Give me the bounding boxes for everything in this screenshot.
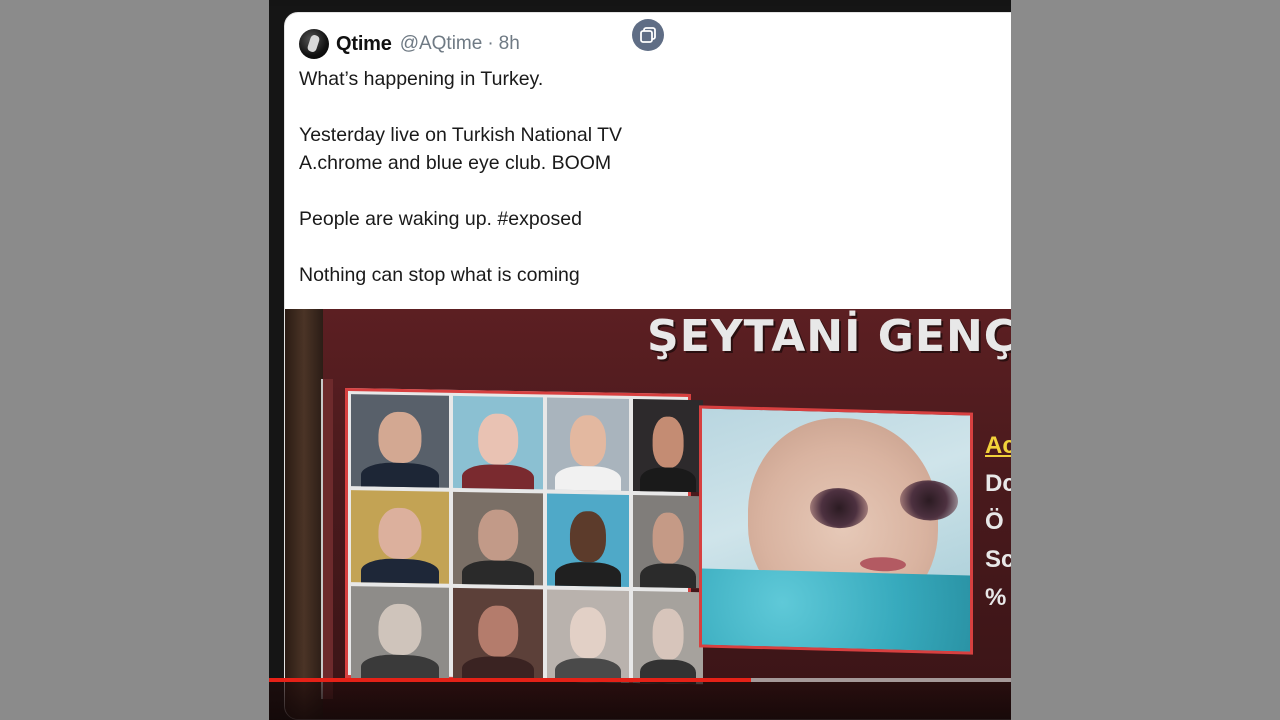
photo-collage — [345, 387, 703, 685]
featured-face-mark — [900, 479, 958, 522]
side-text-line: Dc — [985, 470, 1011, 497]
collage-photo — [633, 399, 703, 493]
collage-photo — [351, 586, 449, 680]
display-name[interactable]: Qtime — [336, 33, 392, 56]
collage-photo — [633, 495, 703, 589]
side-text-line: % — [985, 584, 1007, 611]
tweet-line: Nothing can stop what is coming — [299, 264, 580, 286]
media-gallery-glyph — [640, 27, 656, 43]
video-top-strip — [269, 0, 1011, 6]
featured-blanket — [702, 568, 970, 655]
tweet-line-gap — [299, 93, 999, 121]
collage-photo — [351, 394, 449, 488]
player-controls-shade — [269, 682, 1011, 720]
collage-photo — [547, 397, 629, 491]
collage-photo — [633, 591, 703, 685]
tweet-line: Yesterday live on Turkish National TV — [299, 124, 623, 146]
video-player[interactable]: Qtime @AQtime · 8h What’s happening in T… — [269, 0, 1011, 720]
media-gallery-icon[interactable] — [632, 19, 664, 51]
tweet-line: A.chrome and blue eye club. BOOM — [299, 152, 612, 174]
tweet-line-gap — [299, 233, 999, 261]
collage-photo — [453, 491, 543, 586]
tweet-media[interactable]: ŞEYTANİ GENÇL A D Ö S % — [285, 309, 1011, 719]
featured-face-mouth — [860, 556, 906, 572]
tweet-line: People are waking up. #exposed — [299, 208, 582, 230]
featured-face-mark — [810, 487, 868, 529]
tweet-header: Qtime @AQtime · 8h — [299, 29, 520, 59]
collage-photo — [453, 587, 543, 682]
media-left-edge — [285, 309, 323, 719]
broadcast-banner: ŞEYTANİ GENÇL — [647, 311, 1011, 362]
progress-bar-fill — [269, 678, 752, 682]
media-divider — [321, 379, 333, 699]
collage-photo — [453, 395, 543, 490]
collage-photo — [547, 589, 629, 683]
progress-bar[interactable] — [269, 678, 1011, 682]
broadcast-side-text: Ac Dc Ö Sc % — [985, 427, 1011, 617]
tweet-card: Qtime @AQtime · 8h What’s happening in T… — [284, 12, 1011, 720]
tweet-age[interactable]: 8h — [499, 33, 520, 55]
tweet-line: What’s happening in Turkey. — [299, 68, 544, 90]
header-separator: · — [487, 33, 494, 54]
side-text-line: Sc — [985, 546, 1011, 573]
avatar[interactable] — [299, 29, 329, 59]
page-background: Qtime @AQtime · 8h What’s happening in T… — [0, 0, 1280, 720]
collage-photo — [351, 490, 449, 584]
collage-photo — [547, 493, 629, 587]
side-text-line: Ö — [985, 508, 1004, 535]
tweet-text: What’s happening in Turkey. Yesterday li… — [299, 65, 999, 289]
featured-photo — [699, 405, 973, 655]
user-handle[interactable]: @AQtime — [400, 33, 483, 55]
side-text-line: Ac — [985, 432, 1011, 459]
tweet-line-gap — [299, 177, 999, 205]
